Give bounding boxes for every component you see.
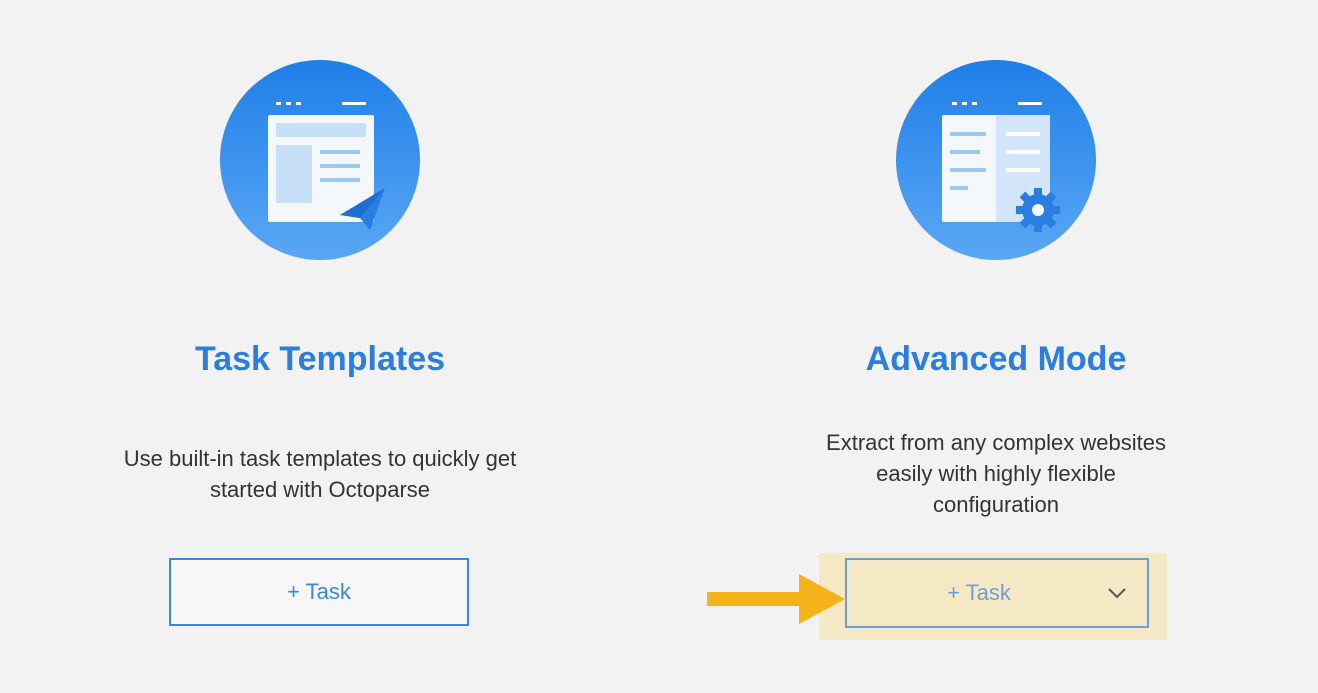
description-line: configuration [933,492,1059,517]
description-line: Extract from any complex websites [826,430,1166,455]
advanced-mode-task-split-button: + Task [845,558,1149,628]
advanced-gear-icon [896,60,1096,260]
pointer-arrow-icon [707,574,845,624]
description-line: started with Octoparse [209,477,431,502]
description-line: easily with highly flexible [876,461,1116,486]
advanced-mode-add-task-button[interactable]: + Task [847,560,1087,626]
task-templates-description: Use built-in task templates to quickly g… [20,443,620,505]
advanced-mode-description: Extract from any complex websites easily… [696,427,1296,520]
description-line: Use built-in task templates to quickly g… [123,446,517,471]
advanced-mode-dropdown-button[interactable] [1087,560,1147,626]
task-templates-title: Task Templates [194,340,446,378]
task-templates-add-task-button[interactable]: + Task [169,558,469,626]
task-templates-card: Task Templates Use built-in task templat… [20,0,620,693]
chevron-down-icon [1108,588,1126,599]
template-paper-plane-icon [220,60,420,260]
advanced-mode-title: Advanced Mode [865,340,1127,378]
